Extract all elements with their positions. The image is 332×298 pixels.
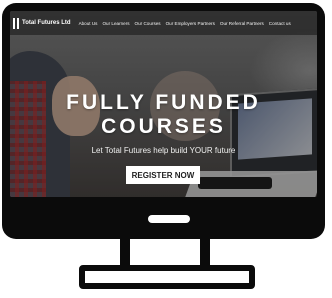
nav-our-learners[interactable]: Our Learners <box>102 21 129 26</box>
website-screen: Total Futures Ltd About Us Our Learners … <box>10 11 317 197</box>
monitor-stand-base <box>79 265 255 289</box>
nav-employers-partners[interactable]: Our Employers Partners <box>166 21 215 26</box>
top-navbar: Total Futures Ltd About Us Our Learners … <box>10 11 317 35</box>
monitor-stand-neck <box>120 239 210 267</box>
hero-subtitle: Let Total Futures help build YOUR future <box>91 146 236 155</box>
nav-contact-us[interactable]: Contact us <box>269 21 291 26</box>
brand-name[interactable]: Total Futures Ltd <box>22 20 71 26</box>
nav-referral-partners[interactable]: Our Referral Partners <box>220 21 264 26</box>
hero-title-line2: COURSES <box>101 115 226 138</box>
nav-about-us[interactable]: About Us <box>79 21 98 26</box>
hero-title-line1: FULLY FUNDED <box>66 91 261 114</box>
total-futures-logo-icon[interactable] <box>13 17 19 29</box>
register-now-button[interactable]: REGISTER NOW <box>126 166 200 184</box>
nav-our-courses[interactable]: Our Courses <box>135 21 161 26</box>
monitor-frame: Total Futures Ltd About Us Our Learners … <box>2 3 325 239</box>
monitor-logo-slot <box>148 215 190 223</box>
